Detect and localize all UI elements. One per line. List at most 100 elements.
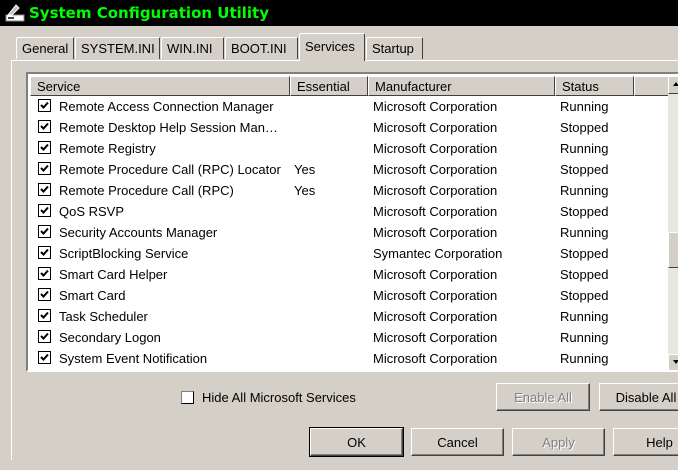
table-row[interactable]: Smart Card Helper Microsoft Corporation … (30, 264, 670, 285)
tab-startup[interactable]: Startup (366, 37, 423, 59)
column-header-status[interactable]: Status (555, 76, 634, 96)
service-essential: Yes (294, 162, 316, 177)
service-checkbox[interactable] (38, 351, 51, 364)
vertical-scrollbar[interactable] (668, 76, 678, 370)
table-row[interactable]: Secondary Logon Microsoft Corporation Ru… (30, 327, 670, 348)
service-name: Smart Card (59, 288, 126, 303)
check-icon (40, 269, 49, 277)
service-name: ScriptBlocking Service (59, 246, 189, 261)
service-checkbox[interactable] (38, 225, 51, 238)
check-icon (40, 290, 49, 298)
service-checkbox[interactable] (38, 309, 51, 322)
service-status: Stopped (560, 267, 609, 282)
table-row[interactable]: Task Scheduler Microsoft Corporation Run… (30, 306, 670, 327)
service-name: QoS RSVP (59, 204, 125, 219)
table-row[interactable]: Remote Access Connection Manager Microso… (30, 96, 670, 117)
tab-boot-ini[interactable]: BOOT.INI (225, 37, 298, 59)
service-manufacturer: Microsoft Corporation (373, 309, 498, 324)
table-row[interactable]: Remote Procedure Call (RPC) Locator Yes … (30, 159, 670, 180)
check-icon (40, 311, 49, 319)
ok-button[interactable]: OK (309, 427, 404, 457)
cancel-button[interactable]: Cancel (411, 428, 504, 456)
help-button[interactable]: Help (613, 428, 678, 456)
disable-all-button[interactable]: Disable All (599, 383, 678, 411)
table-row[interactable]: Smart Card Microsoft Corporation Stopped (30, 285, 670, 306)
service-name: Remote Procedure Call (RPC) Locator (59, 162, 281, 177)
table-row[interactable]: Remote Registry Microsoft Corporation Ru… (30, 138, 670, 159)
table-row[interactable]: Security Accounts Manager Microsoft Corp… (30, 222, 670, 243)
service-status: Running (560, 99, 609, 114)
service-status: Running (560, 330, 609, 345)
service-checkbox[interactable] (38, 162, 51, 175)
service-name: System Event Notification (59, 351, 208, 366)
column-header-essential[interactable]: Essential (290, 76, 368, 96)
service-status: Stopped (560, 246, 609, 261)
arrow-up-icon (673, 82, 678, 86)
apply-button[interactable]: Apply (512, 428, 605, 456)
enable-all-button[interactable]: Enable All (496, 383, 590, 411)
check-icon (40, 248, 49, 256)
check-icon (40, 353, 49, 361)
service-name: Remote Access Connection Manager (59, 99, 274, 114)
service-manufacturer: Microsoft Corporation (373, 351, 498, 366)
list-header: Service Essential Manufacturer Status (30, 76, 678, 96)
services-list[interactable]: Service Essential Manufacturer Status Re… (26, 72, 678, 372)
check-icon (40, 227, 49, 235)
scroll-up-button[interactable] (668, 76, 678, 94)
service-name: Remote Registry (59, 141, 156, 156)
column-header-service[interactable]: Service (30, 76, 290, 96)
service-checkbox[interactable] (38, 288, 51, 301)
service-status: Stopped (560, 120, 609, 135)
tab-win-ini[interactable]: WIN.INI (161, 37, 224, 59)
table-row[interactable]: QoS RSVP Microsoft Corporation Stopped (30, 201, 670, 222)
service-status: Stopped (560, 162, 609, 177)
window-title: System Configuration Utility (29, 4, 269, 22)
service-status: Running (560, 141, 609, 156)
service-status: Stopped (560, 204, 609, 219)
tab-general[interactable]: General (16, 37, 74, 59)
table-row[interactable]: Remote Desktop Help Session Man… Microso… (30, 117, 670, 138)
service-manufacturer: Microsoft Corporation (373, 183, 498, 198)
scrollbar-thumb[interactable] (668, 232, 678, 268)
tab-services[interactable]: Services (299, 33, 365, 61)
service-status: Running (560, 309, 609, 324)
service-manufacturer: Microsoft Corporation (373, 267, 498, 282)
service-manufacturer: Microsoft Corporation (373, 141, 498, 156)
service-status: Running (560, 183, 609, 198)
table-row[interactable]: System Event Notification Microsoft Corp… (30, 348, 670, 369)
hide-ms-services-label[interactable]: Hide All Microsoft Services (202, 390, 356, 405)
service-manufacturer: Microsoft Corporation (373, 330, 498, 345)
service-checkbox[interactable] (38, 267, 51, 280)
scroll-down-button[interactable] (668, 354, 678, 370)
tab-system-ini[interactable]: SYSTEM.INI (75, 37, 160, 59)
service-manufacturer: Microsoft Corporation (373, 120, 498, 135)
service-manufacturer: Microsoft Corporation (373, 99, 498, 114)
check-icon (40, 101, 49, 109)
service-name: Remote Desktop Help Session Man… (59, 120, 278, 135)
column-header-manufacturer[interactable]: Manufacturer (368, 76, 555, 96)
service-checkbox[interactable] (38, 99, 51, 112)
service-manufacturer: Symantec Corporation (373, 246, 503, 261)
check-icon (40, 332, 49, 340)
service-checkbox[interactable] (38, 120, 51, 133)
service-status: Running (560, 225, 609, 240)
service-checkbox[interactable] (38, 204, 51, 217)
check-icon (40, 164, 49, 172)
service-name: Security Accounts Manager (59, 225, 218, 240)
service-essential: Yes (294, 183, 316, 198)
service-name: Remote Procedure Call (RPC) (59, 183, 234, 198)
table-row[interactable]: Remote Procedure Call (RPC) Yes Microsof… (30, 180, 670, 201)
service-checkbox[interactable] (38, 246, 51, 259)
service-checkbox[interactable] (38, 141, 51, 154)
service-manufacturer: Microsoft Corporation (373, 288, 498, 303)
service-checkbox[interactable] (38, 183, 51, 196)
service-manufacturer: Microsoft Corporation (373, 204, 498, 219)
msconfig-icon[interactable] (5, 3, 25, 23)
hide-ms-services-checkbox[interactable] (181, 391, 194, 404)
service-name: Task Scheduler (59, 309, 148, 324)
table-row[interactable]: ScriptBlocking Service Symantec Corporat… (30, 243, 670, 264)
check-icon (40, 143, 49, 151)
check-icon (40, 122, 49, 130)
service-name: Smart Card Helper (59, 267, 168, 282)
service-checkbox[interactable] (38, 330, 51, 343)
